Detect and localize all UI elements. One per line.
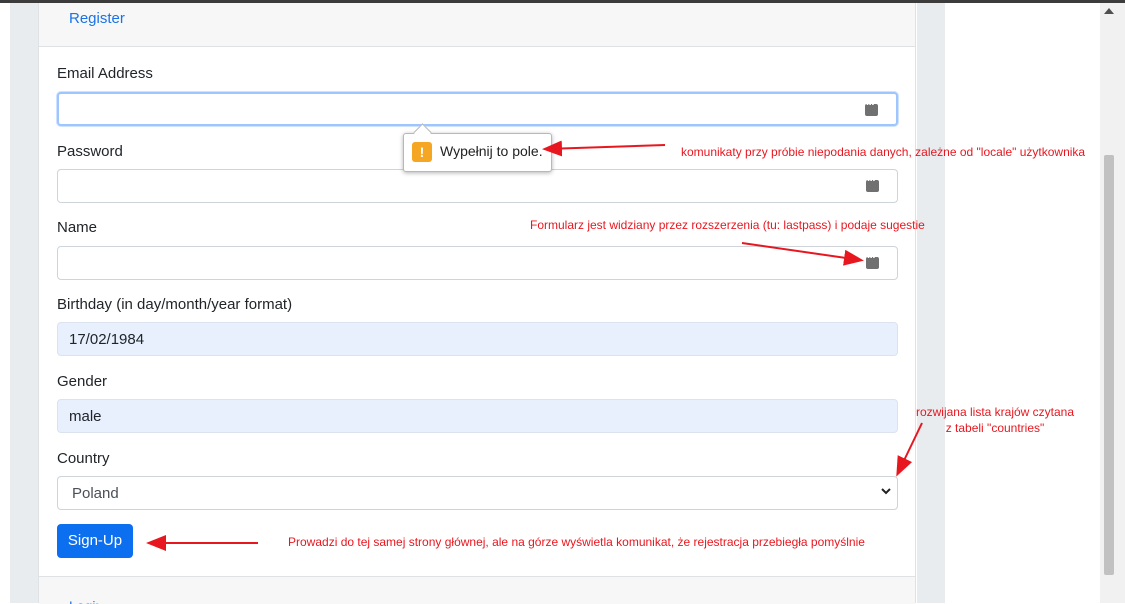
- annotation-arrows: [146, 140, 923, 551]
- arrow-to-lastpass: [741, 242, 864, 266]
- arrow-to-country: [896, 422, 923, 477]
- scrollbar-thumb[interactable]: [1104, 155, 1114, 575]
- arrow-to-tooltip: [542, 140, 666, 157]
- scroll-up-arrow-icon[interactable]: [1104, 8, 1114, 14]
